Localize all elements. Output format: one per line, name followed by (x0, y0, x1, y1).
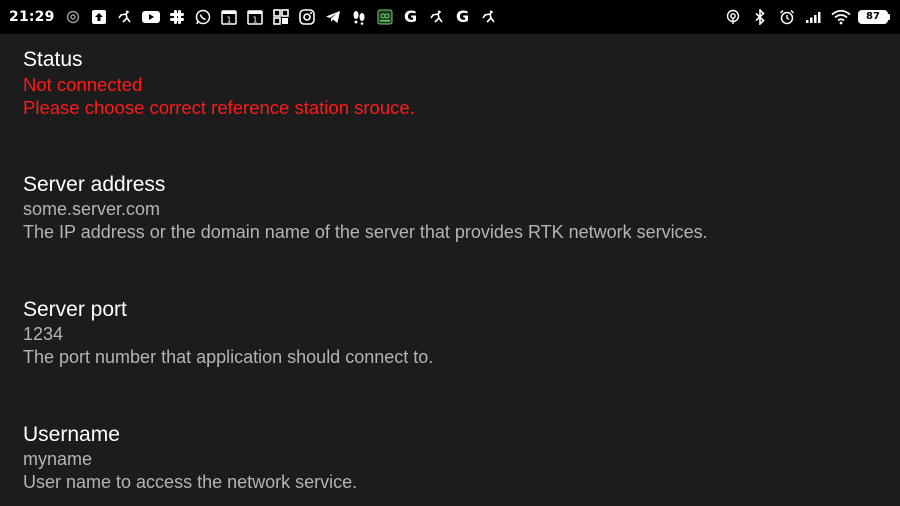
pref-description: User name to access the network service. (23, 472, 358, 492)
hotspot-icon (723, 7, 743, 27)
pref-server-address[interactable]: Server address some.server.com The IP ad… (23, 172, 883, 244)
calendar-1-icon: 1 (245, 7, 265, 27)
ostrich-icon (479, 7, 499, 27)
ostrich-icon (427, 7, 447, 27)
pref-value: myname (23, 449, 93, 469)
bluetooth-icon (750, 7, 770, 27)
alarm-icon (777, 7, 797, 27)
pref-description: The IP address or the domain name of the… (23, 222, 708, 242)
battery-tip (888, 14, 890, 20)
at-icon (63, 7, 83, 27)
google-icon: G (404, 7, 418, 26)
status-line-hint: Please choose correct reference station … (23, 97, 415, 118)
clock: 21:29 (9, 9, 55, 25)
pref-status[interactable]: Status Not connected Please choose corre… (23, 47, 883, 119)
instagram-icon (297, 7, 317, 27)
google-icon: G (456, 7, 470, 26)
battery-level: 87 (858, 10, 888, 24)
pref-title: Server address (23, 173, 166, 196)
gps-app-icon (375, 7, 395, 27)
youtube-icon (141, 7, 161, 27)
qr-code-icon (271, 7, 291, 27)
footprints-icon (349, 7, 369, 27)
wifi-icon (831, 7, 851, 27)
pref-server-port[interactable]: Server port 1234 The port number that ap… (23, 297, 883, 369)
svg-text:1: 1 (226, 16, 231, 25)
ostrich-icon (115, 7, 135, 27)
battery-icon: 87 (858, 10, 890, 24)
system-icons: 87 (723, 7, 890, 27)
upload-icon (89, 7, 109, 27)
pref-title: Username (23, 423, 120, 446)
pref-title: Status (23, 48, 83, 71)
pref-description: The port number that application should … (23, 347, 434, 367)
svg-text:1: 1 (252, 16, 257, 25)
notification-icons: 1 1 G G (63, 7, 499, 27)
slack-icon (167, 7, 187, 27)
pref-username[interactable]: Username myname User name to access the … (23, 422, 883, 494)
calendar-1-icon: 1 (219, 7, 239, 27)
status-line-not-connected: Not connected (23, 74, 143, 95)
status-bar: 21:29 1 1 G G 87 (0, 0, 900, 34)
whatsapp-icon (193, 7, 213, 27)
pref-title: Server port (23, 298, 127, 321)
telegram-icon (323, 7, 343, 27)
pref-value: some.server.com (23, 199, 161, 219)
pref-value: 1234 (23, 324, 64, 344)
signal-icon (804, 7, 824, 27)
